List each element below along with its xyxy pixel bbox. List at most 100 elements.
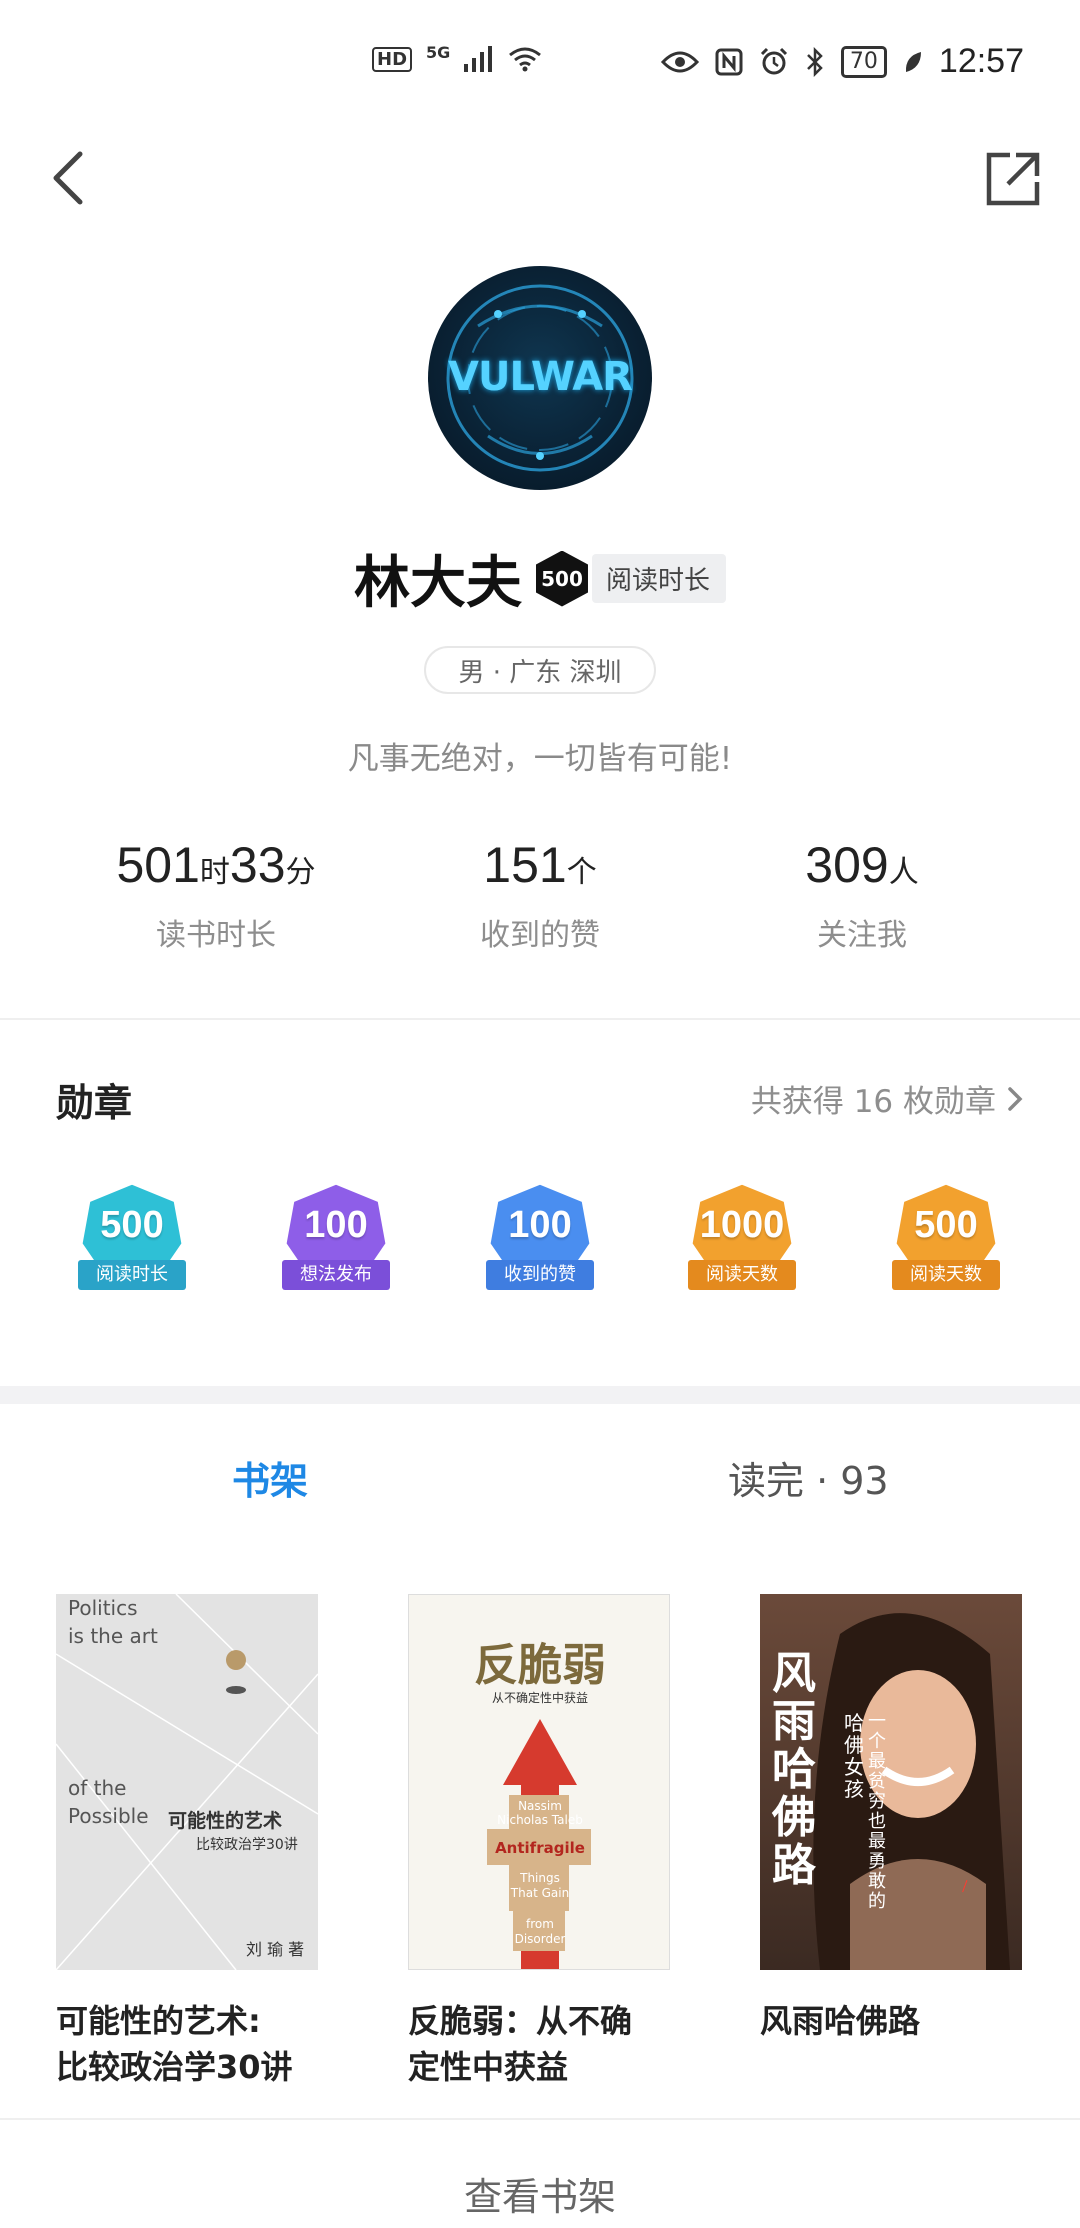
cover-sub-2: 一个最贫穷也最勇敢的 bbox=[868, 1711, 886, 1912]
medal-label: 想法发布 bbox=[282, 1260, 390, 1290]
stat-followers[interactable]: 309人 关注我 bbox=[712, 836, 1012, 954]
cover-line: Politics bbox=[68, 1596, 138, 1620]
user-name: 林大夫 bbox=[353, 550, 522, 616]
book-title: 风雨哈佛路 bbox=[760, 1998, 1022, 2044]
cover-arrow-graphic bbox=[487, 1719, 591, 1969]
cover-line: Disorder bbox=[514, 1932, 566, 1946]
book-item[interactable]: — 风雨哈佛路 哈佛女孩 一个最贫穷也最勇敢的 风雨哈佛路 bbox=[760, 1594, 1022, 2044]
bluetooth-icon bbox=[807, 46, 823, 77]
stat-number: 501 bbox=[116, 837, 200, 893]
status-right: 70 12:57 bbox=[660, 42, 1024, 81]
stat-likes[interactable]: 151个 收到的赞 bbox=[390, 836, 690, 954]
status-left: HD 5G bbox=[372, 42, 542, 72]
cover-line: Things bbox=[520, 1871, 560, 1885]
avatar[interactable]: VULWAR bbox=[428, 266, 652, 490]
cover-text-en: Politics is the art bbox=[68, 1594, 158, 1650]
medal-label: 收到的赞 bbox=[486, 1260, 594, 1290]
cover-line: Nicholas Taleb bbox=[497, 1813, 583, 1827]
book-title-line: 风雨哈佛路 bbox=[760, 2002, 921, 2040]
eye-icon bbox=[660, 51, 699, 72]
avatar-logo-text: VULWAR bbox=[448, 354, 633, 400]
medal-number: 500 bbox=[914, 1204, 978, 1246]
medals-more-link[interactable]: 共获得 16 枚勋章 bbox=[751, 1076, 1024, 1121]
cover-en-sub: Things That Gain bbox=[409, 1871, 669, 1901]
cover-line: That Gain bbox=[510, 1886, 570, 1900]
stat-label: 收到的赞 bbox=[480, 918, 600, 953]
cover-line: Possible bbox=[68, 1804, 149, 1828]
share-icon bbox=[986, 152, 1040, 206]
signature: 凡事无绝对，一切皆有可能! bbox=[347, 741, 733, 777]
cover-line: is the art bbox=[68, 1624, 158, 1648]
network-label: 5G bbox=[426, 42, 451, 62]
nfc-icon bbox=[715, 48, 743, 75]
leaf-icon bbox=[905, 51, 921, 72]
medal-number: 1000 bbox=[699, 1204, 785, 1246]
stat-unit: 人 bbox=[888, 855, 919, 890]
battery-icon: 70 bbox=[840, 45, 887, 78]
medal-item[interactable]: 100 想法发布 bbox=[266, 1174, 406, 1314]
chevron-left-icon bbox=[53, 151, 83, 205]
book-cover: — 风雨哈佛路 哈佛女孩 一个最贫穷也最勇敢的 bbox=[760, 1594, 1022, 1970]
book-title-line: 反脆弱：从不确 bbox=[408, 2002, 633, 2040]
cover-author-en: Nassim Nicholas Taleb bbox=[409, 1799, 669, 1827]
medal-item[interactable]: 100 收到的赞 bbox=[470, 1174, 610, 1314]
stat-value: 151个 bbox=[390, 836, 690, 894]
cover-sub: 哈佛女孩 bbox=[844, 1711, 864, 1801]
cover-cn-sub: 比较政治学30讲 bbox=[196, 1837, 298, 1853]
alarm-icon bbox=[760, 47, 787, 74]
tab-bookshelf[interactable]: 书架 bbox=[232, 1450, 308, 1505]
hd-icon: HD bbox=[372, 46, 413, 72]
status-bar: HD 5G 70 12:57 bbox=[0, 0, 1080, 120]
chevron-right-icon bbox=[1008, 1086, 1023, 1111]
wifi-icon bbox=[509, 47, 542, 72]
stat-number: 151 bbox=[483, 837, 567, 893]
stat-value: 501时33分 bbox=[66, 836, 366, 894]
name-row: 林大夫 500 阅读时长 bbox=[0, 538, 1080, 619]
book-title-line: 可能性的艺术: bbox=[56, 2002, 261, 2040]
medal-label: 阅读天数 bbox=[688, 1260, 796, 1290]
stat-number: 33 bbox=[229, 837, 286, 893]
reading-badge-label[interactable]: 阅读时长 bbox=[591, 554, 726, 603]
stat-reading-time[interactable]: 501时33分 读书时长 bbox=[66, 836, 366, 954]
medal-item[interactable]: 500 阅读天数 bbox=[876, 1174, 1016, 1314]
book-title: 反脆弱：从不确 定性中获益 bbox=[408, 1998, 670, 2090]
status-time: 12:57 bbox=[938, 42, 1024, 80]
stat-unit: 分 bbox=[285, 855, 316, 890]
book-title-line: 比较政治学30讲 bbox=[56, 2048, 293, 2086]
stat-label: 读书时长 bbox=[156, 918, 276, 953]
medal-item[interactable]: 1000 阅读天数 bbox=[672, 1174, 812, 1314]
cover-en-sub-2: from Disorder bbox=[409, 1917, 669, 1947]
back-button[interactable] bbox=[44, 150, 100, 206]
book-cover: Politics is the art of the Possible 可能性的… bbox=[56, 1594, 318, 1970]
view-bookshelf-button[interactable]: 查看书架 bbox=[0, 2166, 1080, 2221]
medal-item[interactable]: 500 阅读时长 bbox=[62, 1174, 202, 1314]
medal-number: 500 bbox=[100, 1204, 164, 1246]
divider bbox=[0, 1018, 1080, 1020]
stat-value: 309人 bbox=[712, 836, 1012, 894]
cover-line: of the bbox=[68, 1776, 127, 1800]
medals-title: 勋章 bbox=[56, 1081, 133, 1125]
stat-unit: 时 bbox=[199, 855, 230, 890]
medal-number: 100 bbox=[304, 1204, 368, 1246]
medal-label: 阅读时长 bbox=[78, 1260, 186, 1290]
cover-cn-title: 可能性的艺术 bbox=[168, 1810, 283, 1832]
cover-text-en-2: of the Possible bbox=[68, 1774, 149, 1830]
stat-unit: 个 bbox=[566, 855, 597, 890]
reading-badge-icon: 500 bbox=[535, 550, 588, 607]
book-item[interactable]: 反脆弱 从不确定性中获益 Nassim Nicholas Taleb Antif… bbox=[408, 1594, 670, 2090]
book-title: 可能性的艺术: 比较政治学30讲 bbox=[56, 1998, 318, 2090]
cover-cn-title: 风雨哈佛路 bbox=[772, 1648, 816, 1891]
book-item[interactable]: Politics is the art of the Possible 可能性的… bbox=[56, 1594, 318, 2090]
cover-author: 刘 瑜 著 bbox=[246, 1940, 305, 1959]
stat-number: 309 bbox=[805, 837, 889, 893]
cover-line: from bbox=[526, 1917, 554, 1931]
tab-finished[interactable]: 读完 · 93 bbox=[728, 1450, 889, 1505]
medal-label: 阅读天数 bbox=[892, 1260, 1000, 1290]
book-title-line: 定性中获益 bbox=[408, 2048, 569, 2086]
share-button[interactable] bbox=[984, 150, 1042, 208]
cover-en-title: Antifragile bbox=[495, 1839, 585, 1857]
section-divider bbox=[0, 1386, 1080, 1404]
location-pill: 男 · 广东 深圳 bbox=[424, 646, 656, 694]
cover-line: Nassim bbox=[518, 1799, 562, 1813]
book-cover: 反脆弱 从不确定性中获益 Nassim Nicholas Taleb Antif… bbox=[408, 1594, 670, 1970]
